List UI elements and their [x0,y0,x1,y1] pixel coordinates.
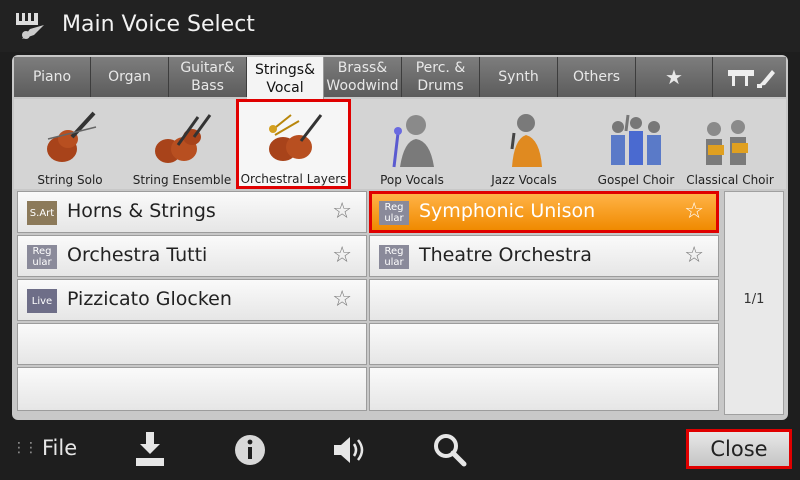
voice-item[interactable]: S.Art Horns & Strings ☆ [17,191,367,233]
grip-icon: ⋮⋮ [12,440,38,456]
orchestra-icon [269,114,323,161]
page-indicator: 1/1 [724,191,784,415]
tab-synth[interactable]: Synth [480,57,558,97]
star-icon[interactable]: ☆ [332,287,352,312]
voice-name: Theatre Orchestra [419,244,592,266]
tab-label: Others [572,69,621,85]
save-icon[interactable] [130,430,170,470]
star-icon[interactable]: ☆ [332,243,352,268]
tab-label: Perc. & Drums [415,60,466,94]
voice-list: S.Art Horns & Strings ☆ Reg ular Orchest… [17,191,719,415]
tab-label: Organ [108,69,151,85]
piano-expansion-icon [727,70,775,88]
subcat-label: Pop Vocals [380,173,444,187]
voice-item-selected[interactable]: Reg ular Symphonic Unison ☆ [369,191,719,233]
subcat-label: Orchestral Layers [240,172,347,186]
close-button[interactable]: Close [686,429,792,469]
star-icon[interactable]: ☆ [332,199,352,224]
violin-icon [47,111,97,162]
subcat-jazz-vocals[interactable]: Jazz Vocals [468,99,580,189]
voice-item-empty [369,323,719,365]
tab-brass-woodwind[interactable]: Brass& Woodwind [324,57,402,97]
file-button[interactable]: ⋮⋮ File [12,436,77,460]
voice-item-empty [17,323,367,365]
star-icon[interactable]: ☆ [684,199,704,224]
voice-item-empty [369,279,719,321]
star-icon[interactable]: ☆ [684,243,704,268]
tab-strings-vocal[interactable]: Strings& Vocal [247,57,324,101]
subcat-label: String Solo [37,173,103,187]
search-icon[interactable] [430,430,470,470]
voice-type-badge: Live [27,289,57,313]
subcat-pop-vocals[interactable]: Pop Vocals [356,99,468,189]
tab-favorite[interactable]: ★ [636,57,713,97]
bottom-toolbar: ⋮⋮ File Close [0,424,800,480]
tab-piano[interactable]: Piano [14,57,91,97]
voice-item[interactable]: Reg ular Theatre Orchestra ☆ [369,235,719,277]
file-label: File [42,436,78,460]
subcat-label: Jazz Vocals [491,173,557,187]
title-bar: Main Voice Select [0,0,800,52]
voice-item[interactable]: Live Pizzicato Glocken ☆ [17,279,367,321]
tab-label: Piano [32,69,72,85]
voice-type-badge: S.Art [27,201,57,225]
tab-organ[interactable]: Organ [91,57,169,97]
close-label: Close [710,437,768,461]
voice-type-badge: Reg ular [379,245,409,269]
classical-choir-icon [706,120,748,165]
voice-item-empty [17,367,367,411]
tab-label: Strings& Vocal [255,62,315,96]
subcat-string-ensemble[interactable]: String Ensemble [126,99,238,189]
subcat-classical-choir[interactable]: Classical Choir [674,99,786,189]
subcat-label: String Ensemble [132,173,232,187]
category-tabs: Piano Organ Guitar& Bass Strings& Vocal … [14,57,786,101]
subcat-string-solo[interactable]: String Solo [14,99,126,189]
tab-label: Guitar& Bass [180,60,235,94]
voice-name: Symphonic Unison [419,200,596,222]
voice-select-panel: Piano Organ Guitar& Bass Strings& Vocal … [12,55,788,420]
violins-icon [155,114,212,163]
tab-expansion[interactable] [713,57,786,97]
keyboard-icon [16,13,44,39]
page-number: 1/1 [743,292,765,307]
page-title: Main Voice Select [62,12,255,37]
voice-type-badge: Reg ular [379,201,409,225]
gospel-choir-icon [611,114,661,165]
jazz-singer-icon [510,114,542,167]
info-icon[interactable] [230,430,270,470]
microphone-singer-icon [392,115,434,168]
voice-item-empty [369,367,719,411]
voice-name: Orchestra Tutti [67,244,208,266]
tab-label: Synth [498,69,539,85]
subcat-orchestral-layers[interactable]: Orchestral Layers [236,99,351,189]
speaker-icon[interactable] [330,430,370,470]
voice-name: Pizzicato Glocken [67,288,232,310]
voice-name: Horns & Strings [67,200,216,222]
voice-type-badge: Reg ular [27,245,57,269]
tab-others[interactable]: Others [558,57,636,97]
tab-perc-drums[interactable]: Perc. & Drums [402,57,480,97]
tab-guitar-bass[interactable]: Guitar& Bass [169,57,247,97]
voice-item[interactable]: Reg ular Orchestra Tutti ☆ [17,235,367,277]
subcategory-row: String Solo String Ensemble Orchestral L… [14,99,786,189]
favorite-star-icon: ★ [665,65,683,89]
subcat-label: Classical Choir [686,173,774,187]
tab-label: Brass& Woodwind [326,60,399,94]
